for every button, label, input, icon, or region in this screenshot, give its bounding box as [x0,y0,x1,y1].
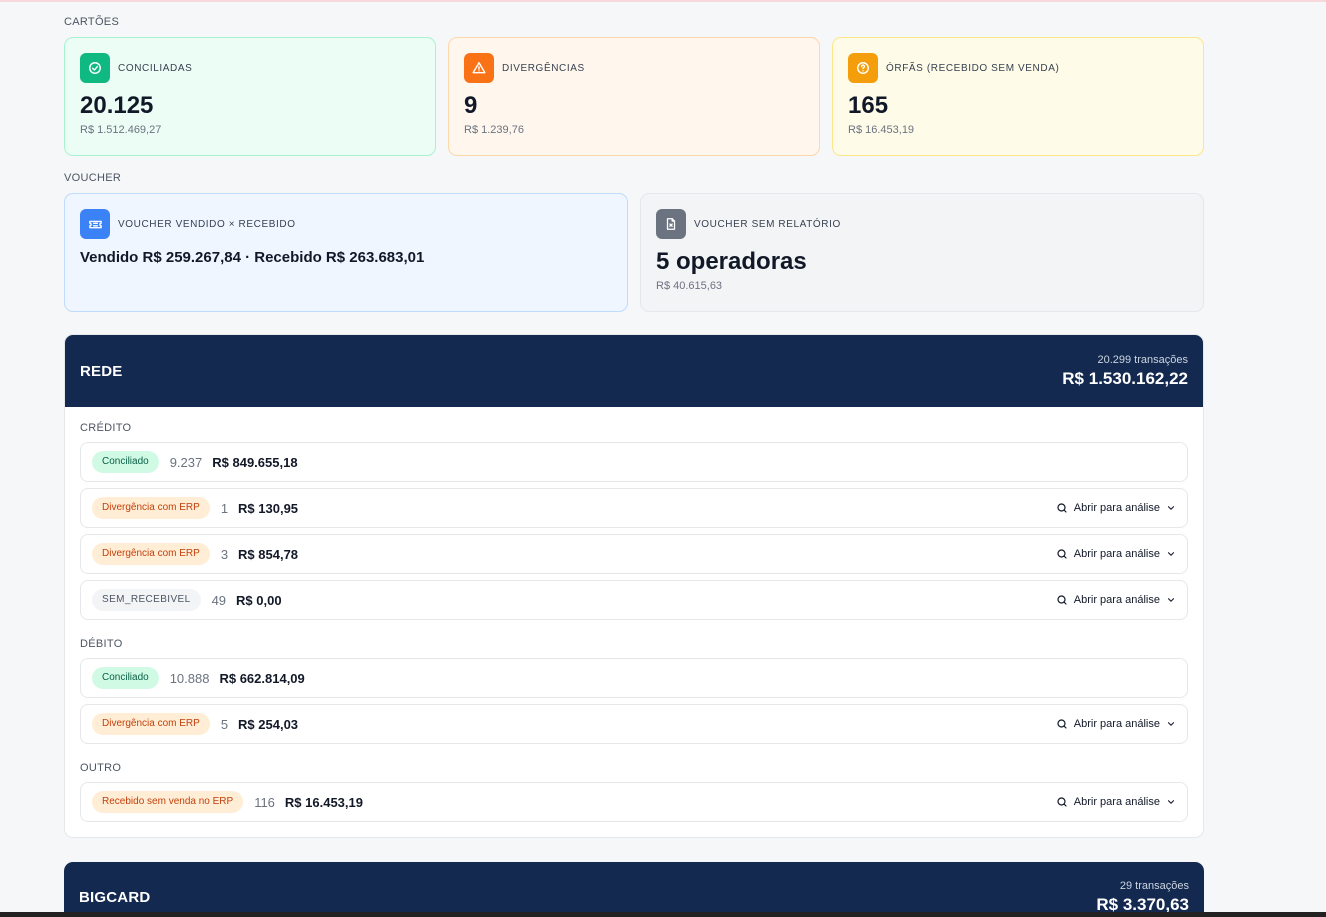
card-value: 20.125 [80,92,154,119]
row-amount: R$ 0,00 [236,592,282,608]
panel-transactions: 29 transações [1119,879,1189,892]
row-count: 9.237 [169,454,203,470]
chevron-down-icon [1167,506,1175,510]
status-badge: Divergência com ERP [92,543,210,565]
check-circle-icon [80,53,110,83]
panel-header[interactable]: REDE 20.299 transações R$ 1.530.162,22 [65,335,1203,407]
list-item: Recebido sem venda no ERP 116 R$ 16.453,… [80,782,1188,822]
alert-triangle-icon [464,53,494,83]
open-analysis-label: Abrir para análise [1073,548,1160,560]
row-amount: R$ 662.814,09 [219,670,305,686]
open-analysis-button[interactable]: Abrir para análise [1056,796,1176,808]
list-item: Divergência com ERP 5 R$ 254,03 Abrir pa… [80,704,1188,744]
card-value: 9 [464,92,478,119]
row-amount: R$ 16.453,19 [284,794,363,810]
list-item: Divergência com ERP 3 R$ 854,78 Abrir pa… [80,534,1188,574]
card-title: CONCILIADAS [118,62,193,74]
panel-bigcard-header[interactable]: BIGCARD 29 transações R$ 3.370,63 [64,862,1204,917]
list-item: Divergência com ERP 1 R$ 130,95 Abrir pa… [80,488,1188,528]
row-amount: R$ 849.655,18 [212,454,298,470]
status-badge: Divergência com ERP [92,713,210,735]
card-amount: R$ 1.512.469,27 [80,124,162,136]
search-icon [1057,595,1067,605]
file-x-icon [656,209,686,239]
cartoes-cards: CONCILIADAS 20.125 R$ 1.512.469,27 DIVER… [64,37,1204,156]
open-analysis-button[interactable]: Abrir para análise [1056,718,1176,730]
card-title: ÓRFÃS (RECEBIDO SEM VENDA) [886,62,1060,74]
panel-rede: REDE 20.299 transações R$ 1.530.162,22 C… [64,334,1204,838]
status-badge: Conciliado [92,667,159,689]
row-count: 3 [220,546,229,562]
panel-name: REDE [80,362,123,380]
card-title: DIVERGÊNCIAS [502,62,585,74]
row-amount: R$ 254,03 [238,716,299,732]
open-analysis-button[interactable]: Abrir para análise [1056,594,1176,606]
bottom-bar [0,912,1326,917]
voucher-cards: VOUCHER VENDIDO × RECEBIDO Vendido R$ 25… [64,193,1204,312]
card-amount: R$ 1.239,76 [464,124,524,136]
card-title: VOUCHER SEM RELATÓRIO [694,218,841,230]
card-amount: R$ 40.615,63 [656,280,723,292]
section-label-voucher: VOUCHER [64,172,122,184]
panel-total: R$ 1.530.162,22 [1062,368,1188,388]
question-circle-icon [848,53,878,83]
section-label-cartoes: CARTÕES [64,16,120,28]
card-orfas[interactable]: ÓRFÃS (RECEBIDO SEM VENDA) 165 R$ 16.453… [832,37,1204,156]
open-analysis-button[interactable]: Abrir para análise [1056,548,1176,560]
group-label-debito: DÉBITO [80,638,123,650]
card-value: 5 operadoras [656,248,807,275]
panel-name: BIGCARD [79,888,151,906]
list-item: Conciliado 9.237 R$ 849.655,18 [80,442,1188,482]
row-amount: R$ 854,78 [238,546,299,562]
ticket-icon [80,209,110,239]
status-badge: Recebido sem venda no ERP [92,791,244,813]
open-analysis-label: Abrir para análise [1073,502,1160,514]
chevron-down-icon [1167,800,1175,804]
open-analysis-label: Abrir para análise [1073,796,1160,808]
card-voucher-sem-relatorio[interactable]: VOUCHER SEM RELATÓRIO 5 operadoras R$ 40… [640,193,1204,312]
card-conciliadas[interactable]: CONCILIADAS 20.125 R$ 1.512.469,27 [64,37,436,156]
open-analysis-label: Abrir para análise [1073,594,1160,606]
top-border [0,0,1326,2]
row-count: 49 [211,592,227,608]
search-icon [1057,797,1067,807]
row-amount: R$ 130,95 [238,500,299,516]
open-analysis-label: Abrir para análise [1073,718,1160,730]
status-badge: Conciliado [92,451,159,473]
open-analysis-button[interactable]: Abrir para análise [1056,502,1176,514]
status-badge: Divergência com ERP [92,497,210,519]
search-icon [1057,503,1067,513]
chevron-down-icon [1167,722,1175,726]
status-badge: SEM_RECEBIVEL [92,589,201,611]
search-icon [1057,719,1067,729]
list-item: Conciliado 10.888 R$ 662.814,09 [80,658,1188,698]
panel-transactions: 20.299 transações [1097,353,1188,366]
row-count: 5 [220,716,229,732]
main-content: CARTÕES CONCILIADAS 20.125 R$ 1.512.469,… [64,14,1204,917]
card-amount: R$ 16.453,19 [848,124,915,136]
list-item: SEM_RECEBIVEL 49 R$ 0,00 Abrir para anál… [80,580,1188,620]
card-value: 165 [848,92,889,119]
row-count: 10.888 [169,670,210,686]
search-icon [1057,549,1067,559]
chevron-down-icon [1167,552,1175,556]
card-divergencias[interactable]: DIVERGÊNCIAS 9 R$ 1.239,76 [448,37,820,156]
card-voucher-vendido-recebido[interactable]: VOUCHER VENDIDO × RECEBIDO Vendido R$ 25… [64,193,628,312]
row-count: 1 [220,500,229,516]
card-title: VOUCHER VENDIDO × RECEBIDO [118,218,296,230]
row-count: 116 [254,794,275,810]
group-label-outro: OUTRO [80,762,122,774]
chevron-down-icon [1167,598,1175,602]
voucher-summary: Vendido R$ 259.267,84 · Recebido R$ 263.… [80,249,425,266]
group-label-credito: CRÉDITO [80,422,132,434]
